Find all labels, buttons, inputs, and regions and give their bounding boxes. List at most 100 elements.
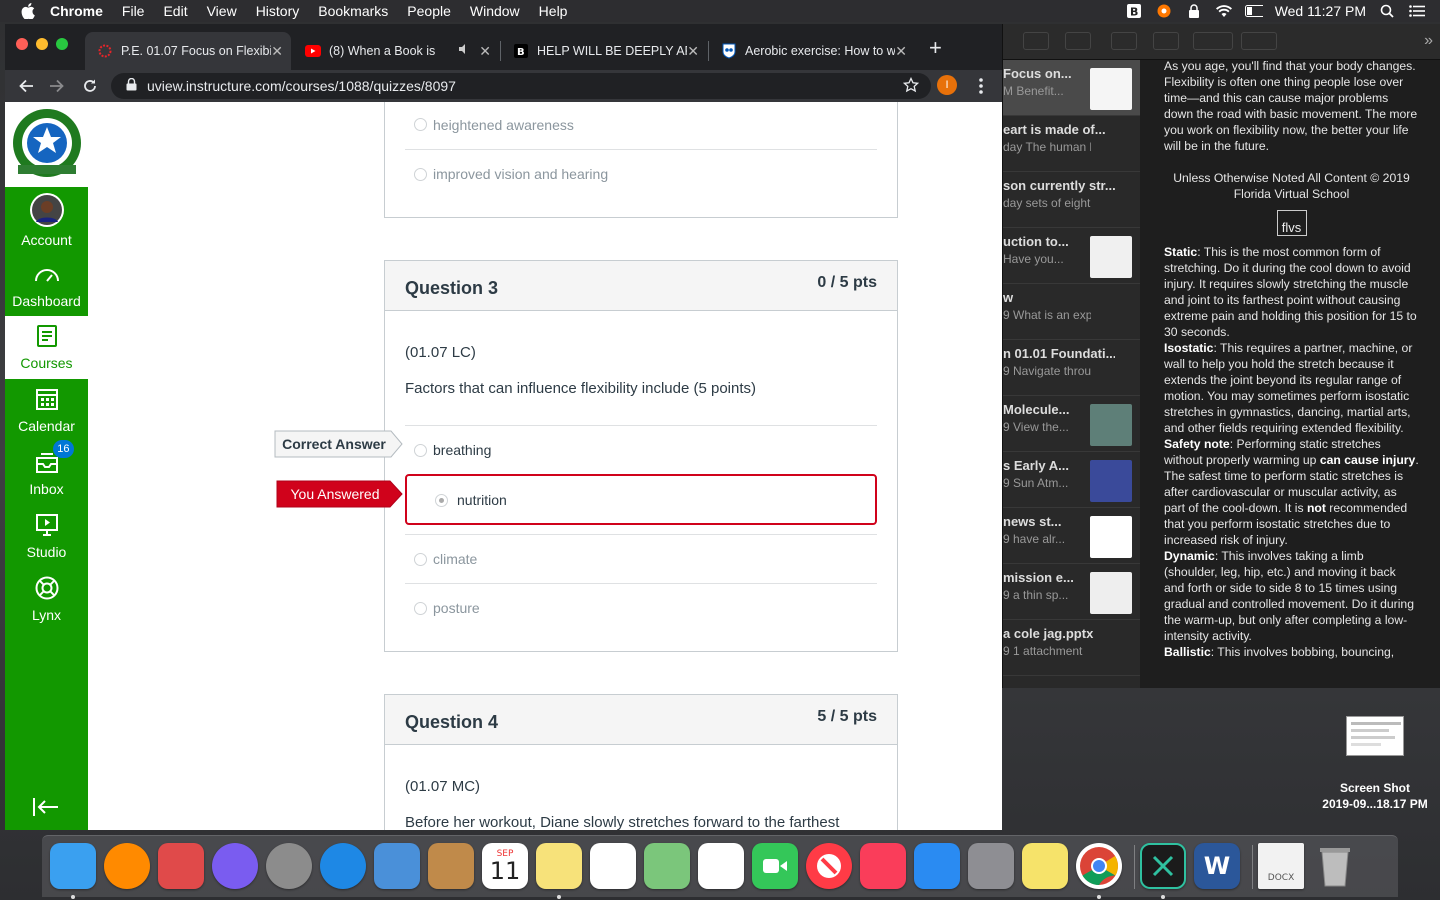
note-list-item[interactable]: eart is made of... day The human bo... [1003,116,1140,172]
answer-option[interactable]: climate [405,534,877,583]
address-bar[interactable]: uview.instructure.com/courses/1088/quizz… [111,73,931,99]
minimize-window-button[interactable] [36,38,48,50]
expand-chevron-icon[interactable]: » [1424,32,1433,50]
new-tab-button[interactable]: + [929,37,942,59]
school-logo[interactable] [5,102,88,187]
compose-note-icon[interactable] [1153,32,1179,50]
photo-booth-icon[interactable] [158,843,204,889]
system-preferences-icon[interactable] [968,843,1014,889]
menu-people[interactable]: People [407,3,451,19]
finder-icon[interactable] [50,843,96,889]
radio-button[interactable] [414,168,427,181]
note-list-item[interactable]: Molecule... 9 View the... [1003,396,1140,452]
reminders-icon[interactable] [590,843,636,889]
siri-icon[interactable] [212,843,258,889]
avast-status-icon[interactable] [1155,4,1173,18]
spotlight-search-icon[interactable] [1378,4,1396,18]
speaker-icon[interactable] [458,43,470,58]
photos-icon[interactable] [698,843,744,889]
close-tab-icon[interactable]: ✕ [895,43,907,60]
answer-option-selected[interactable]: nutrition [405,474,877,525]
notification-center-icon[interactable] [1408,4,1426,18]
stickies-icon[interactable] [1022,843,1068,889]
tab-mayo-clinic[interactable]: Aerobic exercise: How to warm up ✕ [709,32,915,70]
nav-dashboard[interactable]: Dashboard [5,254,88,317]
safari-icon[interactable] [320,843,366,889]
zoom-window-button[interactable] [56,38,68,50]
note-list-item[interactable]: n 01.01 Foundati... 9 Navigate throug... [1003,340,1140,396]
sidebar-toggle-icon[interactable] [1023,32,1049,50]
note-list-item[interactable]: mission e... 9 a thin sp... [1003,564,1140,620]
close-window-button[interactable] [16,38,28,50]
close-tab-icon[interactable]: ✕ [479,43,491,60]
trash-icon[interactable] [1312,843,1358,889]
profile-avatar[interactable]: I [937,75,957,95]
menu-file[interactable]: File [122,3,145,19]
bookmark-star-icon[interactable] [902,76,920,96]
note-list-item[interactable]: w 9 What is an exper... [1003,284,1140,340]
close-tab-icon[interactable]: ✕ [271,43,283,60]
news-icon[interactable] [806,843,852,889]
share-note-icon[interactable] [1241,32,1277,50]
lock-note-icon[interactable] [1193,32,1233,50]
nav-lynx[interactable]: Lynx [5,568,88,631]
calendar-icon[interactable]: SEP 11 [482,843,528,889]
answer-option[interactable]: posture [405,583,877,632]
note-list-item[interactable]: s Early A... 9 Sun Atm... [1003,452,1140,508]
trash-note-icon[interactable] [1111,32,1137,50]
note-list-item[interactable]: news st... 9 have alr... [1003,508,1140,564]
tab-youtube[interactable]: (8) When a Book is Dead ✕ [293,32,499,70]
mail-icon[interactable] [374,843,420,889]
lock-status-icon[interactable] [1185,4,1203,18]
note-list-item[interactable]: a cole jag.pptx 9 1 attachment [1003,620,1140,676]
radio-button[interactable] [414,444,427,457]
nav-courses[interactable]: Courses [5,316,88,379]
back-icon[interactable] [16,76,36,96]
nav-account[interactable]: Account [5,191,88,254]
nav-calendar[interactable]: Calendar [5,379,88,442]
menu-app-name[interactable]: Chrome [50,3,103,19]
apple-menu-icon[interactable] [20,3,36,19]
clock[interactable]: Wed 11:27 PM [1275,3,1366,19]
menu-history[interactable]: History [256,3,300,19]
menu-help[interactable]: Help [539,3,568,19]
bold-b-status-icon[interactable]: B [1125,4,1143,19]
menu-edit[interactable]: Edit [163,3,187,19]
battery-icon[interactable] [1244,4,1263,18]
tab-pe-flexibility[interactable]: P.E. 01.07 Focus on Flexibility ✕ [85,32,291,70]
screenshot-app-icon[interactable] [1140,843,1186,889]
menu-bookmarks[interactable]: Bookmarks [318,3,388,19]
tab-brainly[interactable]: B HELP WILL BE DEEPLY APPRECIATED ✕ [501,32,707,70]
chrome-icon[interactable] [1076,843,1122,889]
forward-icon[interactable] [47,76,67,96]
nav-studio[interactable]: Studio [5,505,88,568]
document-icon[interactable]: DOCX [1258,843,1304,889]
contacts-icon[interactable] [428,843,474,889]
desktop-file-screenshot[interactable]: Screen Shot 2019-09...18.17 PM [1316,712,1434,811]
radio-button[interactable] [414,602,427,615]
note-list-item[interactable]: son currently str... day sets of eight r.… [1003,172,1140,228]
chrome-menu-icon[interactable] [971,76,991,96]
radio-button[interactable] [414,553,427,566]
maps-icon[interactable] [644,843,690,889]
answer-option[interactable]: heightened awareness [405,102,877,149]
radio-button-selected[interactable] [435,494,448,507]
menu-view[interactable]: View [207,3,237,19]
reload-icon[interactable] [80,76,100,96]
note-list-item[interactable]: Focus on... M Benefit... [1003,60,1140,116]
notes-icon[interactable] [536,843,582,889]
music-icon[interactable] [860,843,906,889]
gallery-view-icon[interactable] [1065,32,1091,50]
close-tab-icon[interactable]: ✕ [687,43,699,60]
app-store-icon[interactable] [914,843,960,889]
answer-option[interactable]: improved vision and hearing [405,149,877,198]
note-list-item[interactable]: uction to... Have you... [1003,228,1140,284]
wifi-icon[interactable] [1215,4,1233,18]
nav-inbox[interactable]: 16 Inbox [5,440,88,505]
facetime-icon[interactable] [752,843,798,889]
menu-window[interactable]: Window [470,3,520,19]
vpn-icon[interactable] [104,843,150,889]
word-icon[interactable]: W [1194,843,1240,889]
collapse-nav-icon[interactable] [31,796,61,818]
launchpad-icon[interactable] [266,843,312,889]
